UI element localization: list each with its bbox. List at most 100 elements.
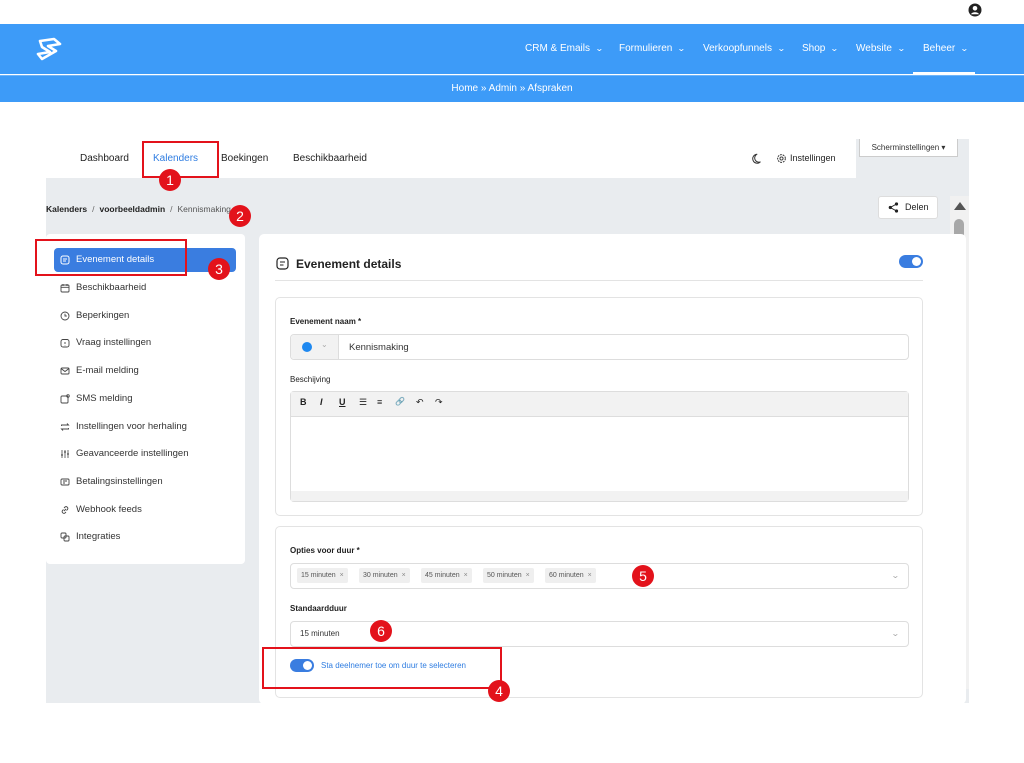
divider: [275, 280, 923, 281]
remove-icon[interactable]: ×: [588, 572, 592, 579]
link-button[interactable]: 🔗: [395, 397, 405, 406]
sidebar-item-vraag-instellingen[interactable]: Vraag instellingen: [76, 337, 151, 348]
calendar-breadcrumb: Kalenders / voorbeeldadmin / Kennismaking: [46, 204, 231, 214]
nav-beheer[interactable]: Beheer ⌄: [923, 24, 969, 74]
moon-icon[interactable]: [752, 153, 764, 165]
top-bar: [0, 0, 1024, 24]
tab-boekingen[interactable]: Boekingen: [221, 153, 268, 164]
remove-icon[interactable]: ×: [402, 572, 406, 579]
default-duration-value: 15 minuten: [300, 629, 340, 638]
remove-icon[interactable]: ×: [340, 572, 344, 579]
crumb-kennismaking: Kennismaking: [177, 204, 231, 214]
nav-formulieren[interactable]: Formulieren ⌄: [619, 24, 687, 74]
payment-icon: [60, 478, 70, 486]
link-icon: [61, 506, 69, 514]
breadcrumb-bar: Home » Admin » Afspraken: [0, 75, 1024, 102]
editor-toolbar: B I U ☰ ≡ 🔗 ↶ ↷: [291, 392, 908, 417]
sidebar-item-beschikbaarheid[interactable]: Beschikbaarheid: [76, 282, 146, 293]
default-duration-label: Standaardduur: [290, 604, 347, 613]
annotation-box-allow-duration: [262, 647, 502, 689]
tab-dashboard[interactable]: Dashboard: [80, 153, 129, 164]
chevron-down-icon: ⌄: [595, 44, 604, 53]
settings-sidebar: Evenement details Beschikbaarheid Beperk…: [46, 234, 245, 564]
chevron-down-icon: ⌄: [960, 44, 969, 53]
chevron-down-icon: ⌄: [896, 44, 906, 53]
sidebar-item-email-melding[interactable]: E-mail melding: [76, 365, 139, 376]
annotation-badge: 3: [208, 258, 230, 280]
share-button[interactable]: Delen: [878, 196, 938, 219]
remove-icon[interactable]: ×: [526, 572, 530, 579]
bold-button[interactable]: B: [300, 397, 307, 407]
crumb-voorbeeldadmin[interactable]: voorbeeldadmin: [99, 204, 165, 214]
undo-button[interactable]: ↶: [416, 397, 424, 408]
nav-crm-emails[interactable]: CRM & Emails ⌄: [525, 24, 604, 74]
nav-verkoopfunnels[interactable]: Verkoopfunnels ⌄: [703, 24, 786, 74]
breadcrumb[interactable]: Home » Admin » Afspraken: [0, 83, 1024, 94]
user-circle-icon[interactable]: [968, 3, 982, 17]
description-label: Beschijving: [290, 375, 331, 384]
sidebar-item-integraties[interactable]: Integraties: [76, 531, 120, 542]
sidebar-item-geavanceerde-instellingen[interactable]: Geavanceerde instellingen: [76, 448, 189, 459]
event-name-label: Evenement naam *: [290, 317, 362, 326]
calendar-icon: [60, 284, 70, 293]
event-name-field: ⌄ Kennismaking: [290, 334, 909, 360]
nav-shop[interactable]: Shop ⌄: [802, 24, 840, 74]
sidebar-item-beperkingen[interactable]: Beperkingen: [76, 310, 129, 321]
remove-icon[interactable]: ×: [464, 572, 468, 579]
bullet-list-button[interactable]: ☰: [359, 397, 367, 408]
event-info-panel: Evenement naam * ⌄ Kennismaking Beschijv…: [275, 297, 923, 516]
crumb-kalenders[interactable]: Kalenders: [46, 204, 87, 214]
repeat-icon: [60, 423, 70, 431]
color-dot: [302, 342, 312, 352]
annotation-box-kalenders: [142, 141, 219, 178]
brand-logo-icon[interactable]: [34, 35, 64, 63]
italic-button[interactable]: I: [320, 397, 323, 407]
screen-settings-button[interactable]: Scherminstellingen ▾: [859, 139, 958, 157]
chevron-down-icon: ⌄: [891, 571, 901, 580]
redo-button[interactable]: ↷: [435, 397, 443, 408]
crumb-separator: /: [92, 204, 95, 214]
chevron-down-icon: ⌄: [321, 340, 328, 349]
chevron-down-icon: ⌄: [891, 629, 901, 638]
editor-resize-bar[interactable]: [291, 491, 908, 501]
sidebar-item-webhook-feeds[interactable]: Webhook feeds: [76, 504, 142, 515]
underline-button[interactable]: U: [339, 397, 346, 407]
duration-chip: 30 minuten ×: [359, 568, 410, 583]
share-icon: [888, 202, 899, 213]
annotation-box-evenement-details: [35, 239, 187, 276]
annotation-badge: 4: [488, 680, 510, 702]
numbered-list-button[interactable]: ≡: [377, 397, 382, 407]
sidebar-item-sms-melding[interactable]: SMS melding: [76, 393, 133, 404]
sms-icon: [60, 394, 70, 404]
event-details-card: Evenement details Evenement naam * ⌄ Ken…: [259, 234, 966, 703]
card-title: Evenement details: [296, 257, 402, 271]
gear-icon[interactable]: [776, 153, 787, 164]
share-label: Delen: [905, 202, 929, 212]
duration-options-label: Opties voor duur *: [290, 546, 360, 555]
app-container: Dashboard Kalenders Boekingen Beschikbaa…: [46, 139, 969, 703]
annotation-badge: 5: [632, 565, 654, 587]
scroll-up-arrow-icon[interactable]: [954, 202, 966, 210]
form-icon: [276, 257, 289, 270]
event-enabled-toggle[interactable]: [899, 255, 923, 268]
integrations-icon: [60, 532, 70, 542]
crumb-separator: /: [170, 204, 173, 214]
chevron-down-icon: ⌄: [776, 44, 786, 53]
sidebar-item-instellingen-herhaling[interactable]: Instellingen voor herhaling: [76, 421, 187, 432]
annotation-badge: 1: [159, 169, 181, 191]
chevron-down-icon: ⌄: [677, 44, 687, 53]
color-picker[interactable]: ⌄: [291, 335, 339, 359]
event-name-input[interactable]: Kennismaking: [349, 342, 409, 353]
duration-options-select[interactable]: 15 minuten × 30 minuten × 45 minuten × 50 m…: [290, 563, 909, 589]
chevron-down-icon: ⌄: [830, 44, 840, 53]
mail-icon: [60, 367, 70, 375]
sidebar-item-betalingsinstellingen[interactable]: Betalingsinstellingen: [76, 476, 163, 487]
description-editor: B I U ☰ ≡ 🔗 ↶ ↷: [290, 391, 909, 502]
duration-chip: 45 minuten ×: [421, 568, 472, 583]
nav-website[interactable]: Website ⌄: [856, 24, 906, 74]
tab-beschikbaarheid[interactable]: Beschikbaarheid: [293, 153, 367, 164]
duration-chip: 15 minuten ×: [297, 568, 348, 583]
settings-link[interactable]: Instellingen: [790, 153, 836, 163]
nav-active-indicator: [913, 72, 975, 74]
question-icon: [60, 339, 70, 348]
